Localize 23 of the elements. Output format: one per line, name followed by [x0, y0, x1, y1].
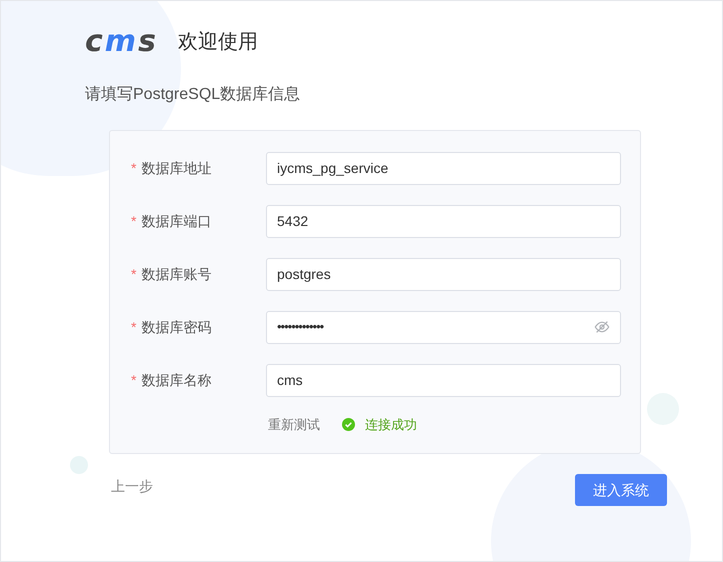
- input-field[interactable]: iycms_pg_service: [266, 152, 621, 184]
- field-label: 数据库账号: [141, 264, 212, 284]
- required-mark: *: [131, 264, 136, 284]
- connection-status: 连接成功: [365, 416, 417, 434]
- input-field[interactable]: 5432: [266, 204, 621, 238]
- back-link[interactable]: 上一步: [111, 476, 153, 497]
- page-title: 欢迎使用: [178, 30, 258, 55]
- input-field[interactable]: postgres: [266, 258, 621, 290]
- input-field[interactable]: •••••••••••••: [266, 310, 621, 344]
- field-label: 数据库名称: [141, 370, 212, 390]
- required-mark: *: [131, 318, 136, 336]
- required-mark: *: [131, 158, 136, 178]
- subtitle: 请填写PostgreSQL数据库信息: [85, 84, 302, 105]
- enter-system-button[interactable]: 进入系统: [575, 474, 667, 506]
- field-label: 数据库端口: [141, 212, 212, 230]
- hide-password-icon[interactable]: [594, 319, 610, 335]
- field-label: 数据库密码: [141, 318, 212, 336]
- field-label: 数据库地址: [141, 158, 212, 178]
- input-field[interactable]: cms: [266, 364, 621, 396]
- retest-link[interactable]: 重新测试: [268, 415, 320, 434]
- logo: cms: [85, 27, 158, 57]
- required-mark: *: [131, 370, 136, 390]
- required-mark: *: [131, 212, 136, 230]
